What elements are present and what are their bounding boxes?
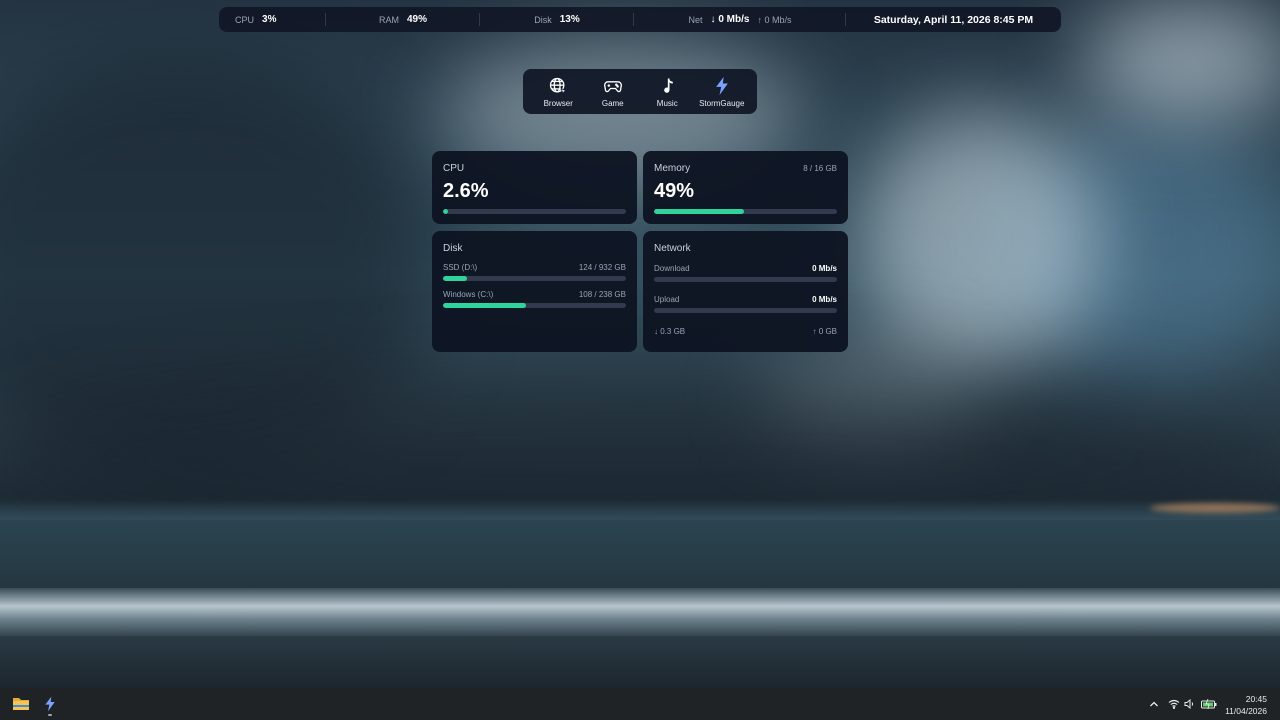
network-upload-value: 0 Mb/s <box>812 295 837 304</box>
network-total-up-value: 0 GB <box>818 327 837 336</box>
taskbar-stormgauge-button[interactable] <box>37 691 63 717</box>
status-ram-label: RAM <box>378 14 399 25</box>
status-disk-label: Disk <box>534 14 552 25</box>
launcher-app-browser[interactable]: Browser <box>532 76 584 108</box>
cpu-usage-bar <box>443 209 626 214</box>
network-download-value: 0 Mb/s <box>812 264 837 273</box>
gamepad-icon <box>603 80 622 92</box>
network-download-bar <box>654 277 837 282</box>
launcher-app-label: Browser <box>543 98 573 108</box>
cpu-card-title: CPU <box>443 163 465 174</box>
arrow-down-icon: ↓ <box>654 327 658 336</box>
status-net-up-value: 0 Mb/s <box>764 14 792 25</box>
status-net: Net ↓ 0 Mb/s ↑ 0 Mb/s <box>634 7 846 32</box>
lightning-icon <box>715 76 728 95</box>
memory-usage-bar <box>654 209 837 214</box>
lightning-icon <box>45 696 55 712</box>
memory-card-usage: 8 / 16 GB <box>803 164 837 173</box>
disk-drive-bar-fill <box>443 276 468 281</box>
disk-drive-row: Windows (C:\) 108 / 238 GB <box>443 290 626 299</box>
network-download-row: Download 0 Mb/s <box>654 264 837 273</box>
disk-drive-row: SSD (D:\) 124 / 932 GB <box>443 263 626 272</box>
launcher-app-label: Music <box>656 98 678 108</box>
status-ram: RAM 49% <box>326 7 480 32</box>
speaker-icon <box>1184 699 1194 709</box>
status-datetime: Saturday, April 11, 2026 8:45 PM <box>846 7 1061 32</box>
chevron-up-icon <box>1150 701 1158 707</box>
battery-icon <box>1201 699 1217 709</box>
disk-drive-bar <box>443 303 626 308</box>
cpu-usage-bar-fill <box>443 209 449 214</box>
network-upload-label: Upload <box>654 295 680 304</box>
globe-cursor-icon <box>550 77 568 96</box>
network-card-title: Network <box>654 243 691 254</box>
launcher-app-music[interactable]: Music <box>641 76 693 108</box>
disk-drive-bar-fill <box>443 303 527 308</box>
launcher-app-game[interactable]: Game <box>587 76 639 108</box>
cpu-card: CPU 2.6% <box>432 151 637 224</box>
memory-card-title: Memory <box>654 163 691 174</box>
arrow-up-icon: ↑ <box>757 14 762 25</box>
wifi-icon <box>1168 699 1180 709</box>
memory-usage-bar-fill <box>654 209 744 214</box>
running-indicator <box>48 714 52 716</box>
launcher-app-label: Game <box>601 98 624 108</box>
status-ram-value: 49% <box>406 14 427 25</box>
disk-drive-bar <box>443 276 626 281</box>
disk-drive-name: Windows (C:\) <box>443 290 494 299</box>
disk-drive-usage: 124 / 932 GB <box>578 263 626 272</box>
disk-card-title: Disk <box>443 243 463 254</box>
tray-wifi-button[interactable] <box>1166 688 1182 720</box>
network-download-label: Download <box>654 264 690 273</box>
network-upload-row: Upload 0 Mb/s <box>654 295 837 304</box>
app-launcher: Browser Game Music StormGauge <box>523 69 757 114</box>
network-total-down: ↓ 0.3 GB <box>654 327 685 336</box>
taskbar-clock[interactable]: 20:45 11/04/2026 <box>1225 693 1267 717</box>
taskbar: 20:45 11/04/2026 <box>0 688 1280 720</box>
status-net-label: Net <box>688 14 703 25</box>
network-upload-bar <box>654 308 837 313</box>
memory-card: Memory 8 / 16 GB 49% <box>643 151 848 224</box>
disk-drive-usage: 108 / 238 GB <box>578 290 626 299</box>
tray-volume-button[interactable] <box>1182 688 1198 720</box>
status-datetime-text: Saturday, April 11, 2026 8:45 PM <box>873 13 1034 26</box>
network-total-up: ↑ 0 GB <box>813 327 837 336</box>
status-net-up: ↑ 0 Mb/s <box>757 15 791 25</box>
status-cpu-value: 3% <box>262 14 277 25</box>
taskbar-file-explorer-button[interactable] <box>8 691 34 717</box>
tray-overflow-button[interactable] <box>1146 688 1162 720</box>
status-disk: Disk 13% <box>480 7 634 32</box>
network-total-down-value: 0.3 GB <box>660 327 686 336</box>
status-net-down: ↓ 0 Mb/s <box>711 14 750 25</box>
status-cpu: CPU 3% <box>219 7 326 32</box>
arrow-up-icon: ↑ <box>812 327 817 336</box>
folder-icon <box>13 698 29 710</box>
memory-card-header: Memory 8 / 16 GB <box>654 163 837 174</box>
clock-date: 11/04/2026 <box>1225 706 1267 716</box>
system-status-bar: CPU 3% RAM 49% Disk 13% Net ↓ 0 Mb/s ↑ 0… <box>219 7 1061 32</box>
disk-card: Disk SSD (D:\) 124 / 932 GB Windows (C:\… <box>432 231 637 352</box>
network-totals-row: ↓ 0.3 GB ↑ 0 GB <box>654 327 837 336</box>
arrow-down-icon: ↓ <box>710 14 716 25</box>
tray-battery-button[interactable] <box>1199 688 1219 720</box>
clock-time: 20:45 <box>1245 694 1267 704</box>
network-card: Network Download 0 Mb/s Upload 0 Mb/s ↓ … <box>643 231 848 352</box>
music-note-icon <box>664 78 674 93</box>
status-cpu-label: CPU <box>235 14 255 25</box>
launcher-app-stormgauge[interactable]: StormGauge <box>696 76 748 108</box>
memory-card-value: 49% <box>654 180 695 202</box>
status-net-down-value: 0 Mb/s <box>718 14 750 25</box>
launcher-app-label: StormGauge <box>699 98 745 108</box>
status-disk-value: 13% <box>559 14 580 25</box>
cpu-card-value: 2.6% <box>443 180 489 202</box>
disk-drive-name: SSD (D:\) <box>443 263 478 272</box>
